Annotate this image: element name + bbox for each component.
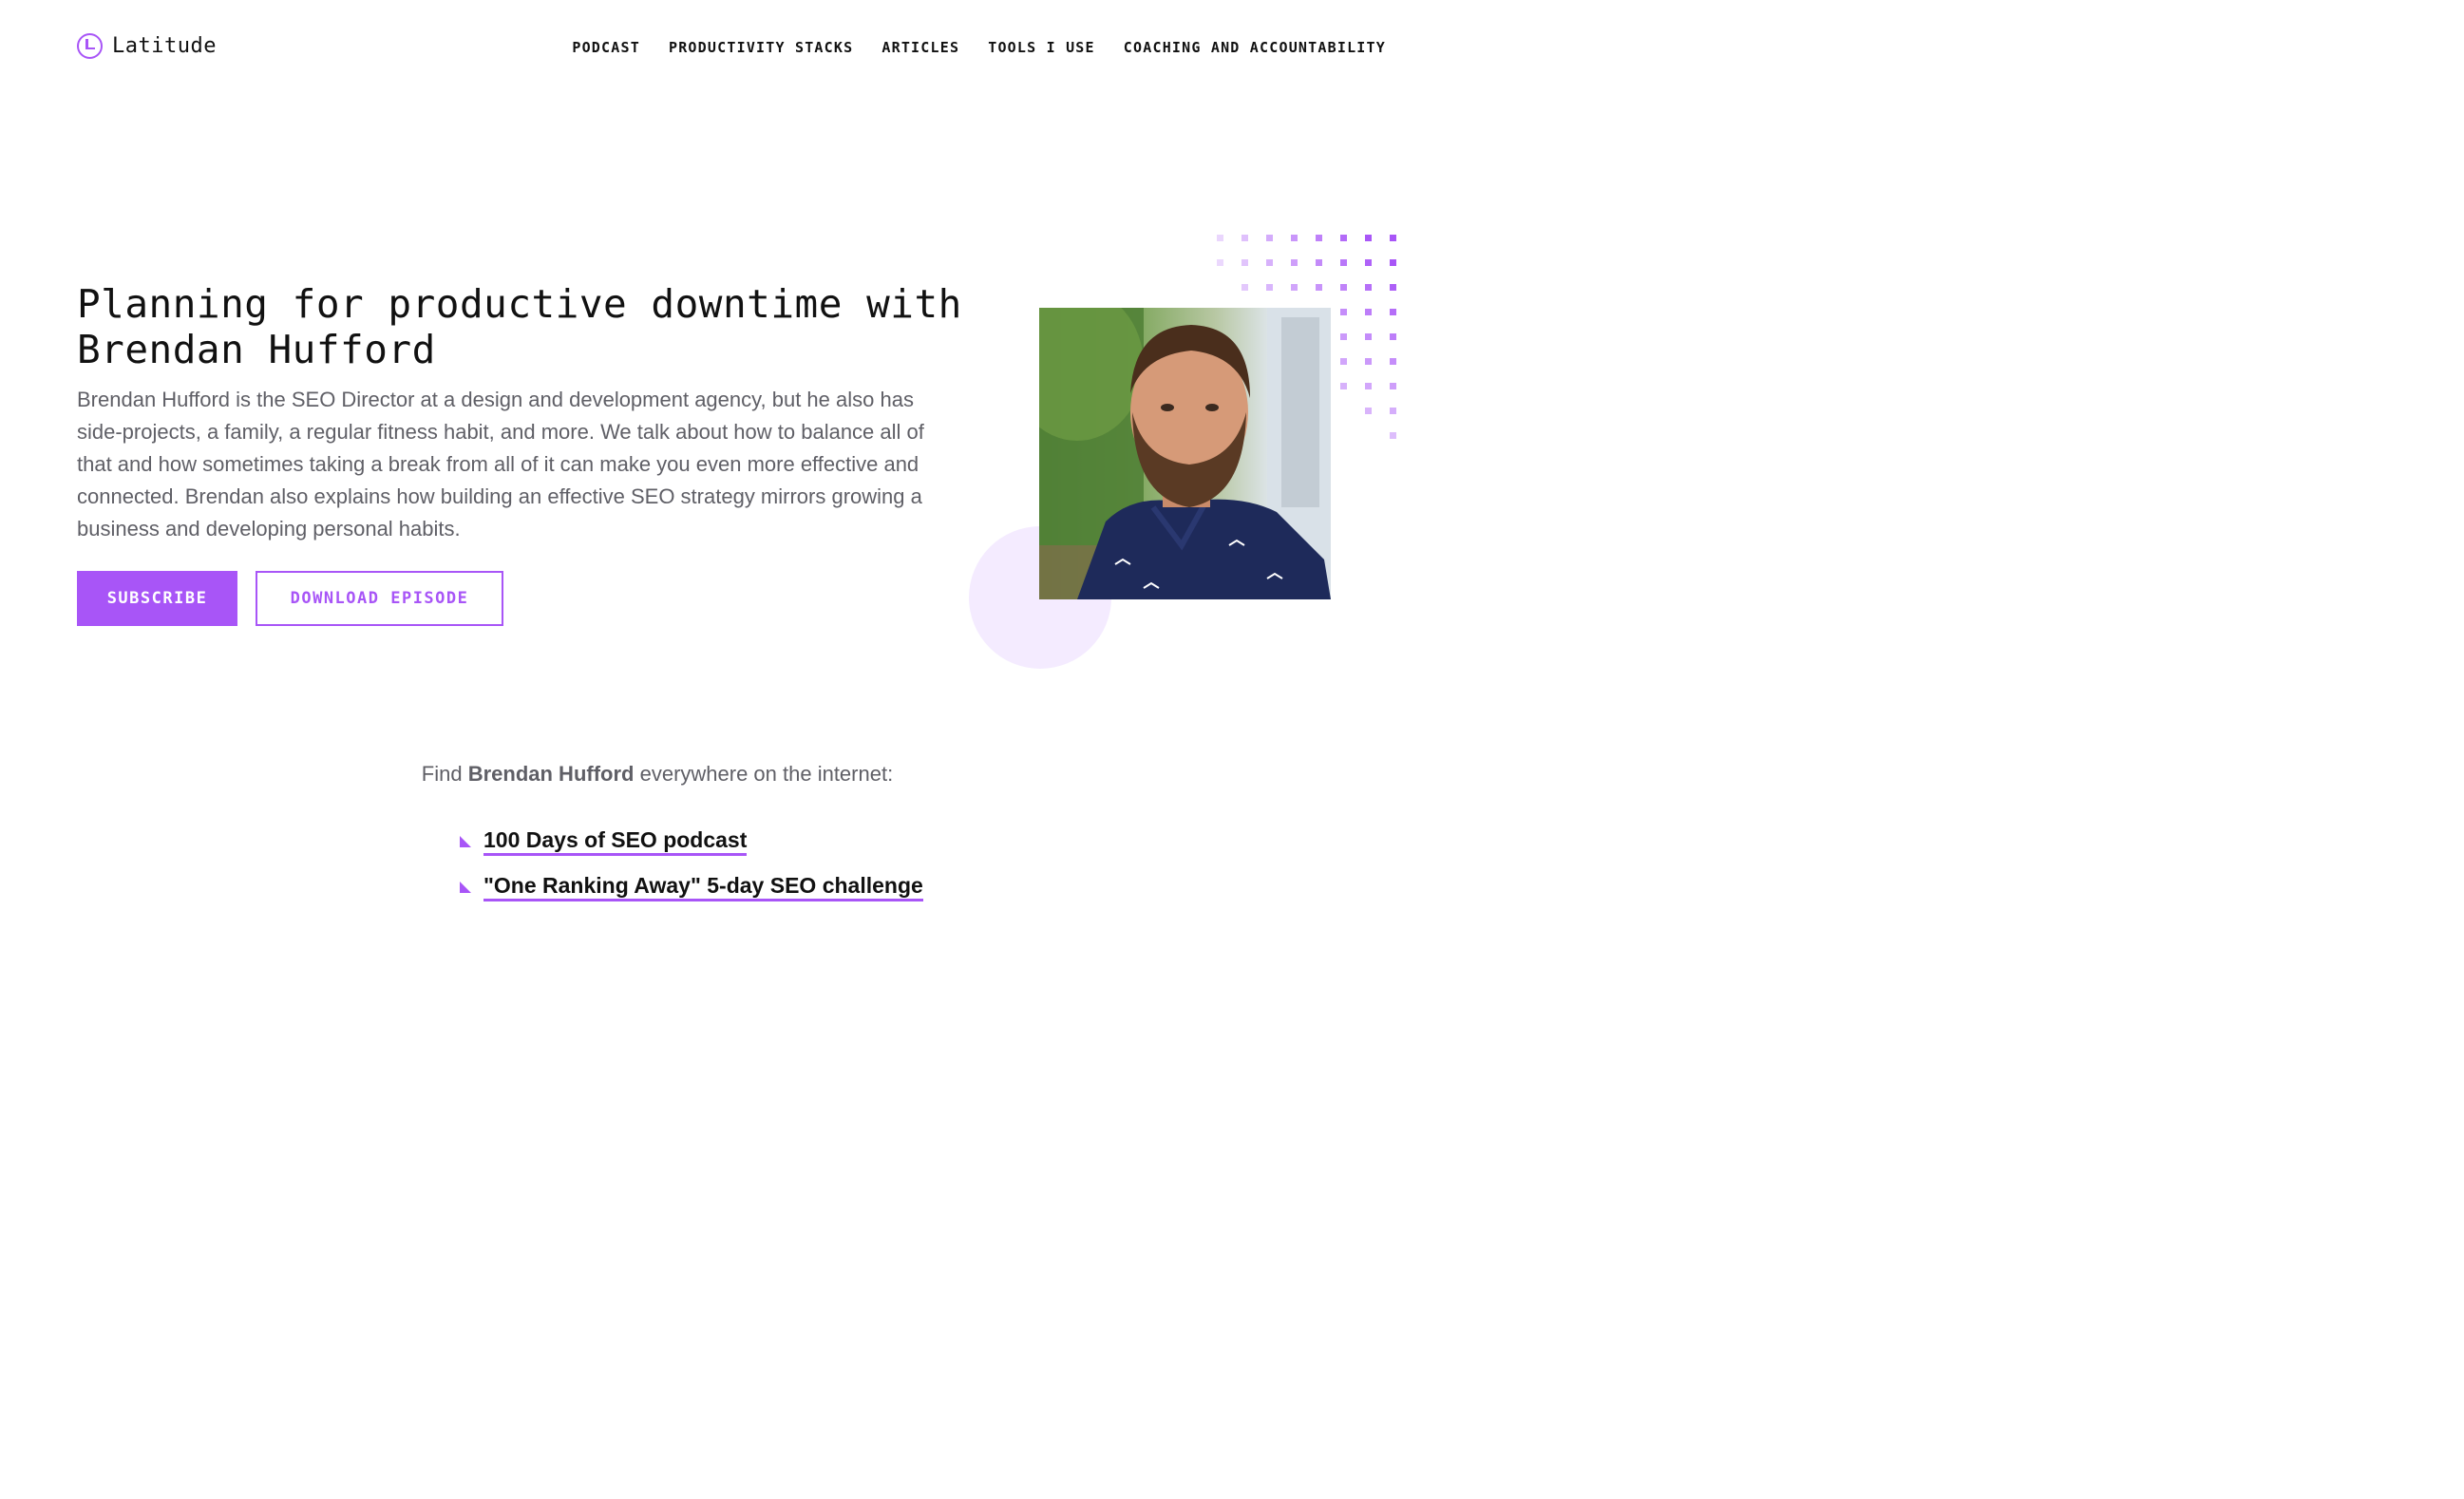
decorative-dot <box>1217 235 1223 241</box>
list-item: 100 Days of SEO podcast <box>460 819 923 864</box>
triangle-bullet-icon <box>460 882 471 893</box>
brand-logo[interactable]: Latitude <box>77 32 217 59</box>
decorative-dot <box>1340 259 1347 266</box>
decorative-dot <box>1241 259 1248 266</box>
decorative-dot <box>1241 235 1248 241</box>
decorative-dot <box>1241 284 1248 291</box>
list-item: "One Ranking Away" 5-day SEO challenge <box>460 864 923 910</box>
decorative-dot <box>1390 408 1396 414</box>
guest-photo <box>1039 308 1331 599</box>
decorative-dot <box>1390 432 1396 439</box>
guest-name: Brendan Hufford <box>467 762 635 786</box>
site-header: Latitude PODCAST PRODUCTIVITY STACKS ART… <box>77 27 1386 65</box>
decorative-dot <box>1365 235 1372 241</box>
nav-coaching-and-accountability[interactable]: COACHING AND ACCOUNTABILITY <box>1124 39 1386 56</box>
triangle-bullet-icon <box>460 836 471 847</box>
decorative-dot <box>1390 235 1396 241</box>
subscribe-button[interactable]: SUBSCRIBE <box>77 571 237 626</box>
decorative-dot <box>1266 235 1273 241</box>
decorative-dot <box>1316 235 1322 241</box>
main-nav: PODCAST PRODUCTIVITY STACKS ARTICLES TOO… <box>572 39 1386 56</box>
decorative-dot <box>1390 333 1396 340</box>
episode-title: Planning for productive downtime with Br… <box>77 281 962 372</box>
decorative-dot <box>1291 284 1298 291</box>
decorative-dot <box>1365 333 1372 340</box>
download-episode-button[interactable]: DOWNLOAD EPISODE <box>256 571 503 626</box>
decorative-dot <box>1316 284 1322 291</box>
nav-articles[interactable]: ARTICLES <box>881 39 959 56</box>
decorative-dot <box>1340 235 1347 241</box>
decorative-dot <box>1217 259 1223 266</box>
decorative-dot <box>1266 259 1273 266</box>
decorative-dot <box>1365 408 1372 414</box>
find-prefix: Find <box>421 762 463 786</box>
link-100-days-of-seo-podcast[interactable]: 100 Days of SEO podcast <box>483 827 748 856</box>
decorative-dot <box>1365 358 1372 365</box>
decorative-dot <box>1390 383 1396 389</box>
decorative-dot <box>1291 235 1298 241</box>
decorative-dot <box>1390 309 1396 315</box>
link-one-ranking-away-challenge[interactable]: "One Ranking Away" 5-day SEO challenge <box>483 873 923 901</box>
decorative-dot <box>1340 383 1347 389</box>
nav-podcast[interactable]: PODCAST <box>572 39 640 56</box>
brand-name: Latitude <box>112 33 217 58</box>
find-suffix: everywhere on the internet: <box>639 762 894 786</box>
decorative-dot <box>1340 284 1347 291</box>
nav-productivity-stacks[interactable]: PRODUCTIVITY STACKS <box>669 39 853 56</box>
guest-links-list: 100 Days of SEO podcast "One Ranking Awa… <box>460 819 923 910</box>
decorative-dot <box>1340 358 1347 365</box>
decorative-dot <box>1266 284 1273 291</box>
decorative-dot <box>1390 358 1396 365</box>
decorative-dot <box>1365 309 1372 315</box>
nav-tools-i-use[interactable]: TOOLS I USE <box>988 39 1095 56</box>
find-guest-line: Find Brendan Hufford everywhere on the i… <box>0 762 1315 787</box>
decorative-dot <box>1365 259 1372 266</box>
decorative-dot <box>1291 259 1298 266</box>
decorative-dot <box>1390 284 1396 291</box>
page: Latitude PODCAST PRODUCTIVITY STACKS ART… <box>0 0 1489 906</box>
decorative-dot <box>1340 309 1347 315</box>
latitude-logo-icon <box>77 32 103 59</box>
episode-description: Brendan Hufford is the SEO Director at a… <box>77 388 924 541</box>
decorative-dot <box>1365 284 1372 291</box>
decorative-dot <box>1365 383 1372 389</box>
guest-portrait-illustration <box>1039 308 1331 599</box>
decorative-dot <box>1340 333 1347 340</box>
decorative-dot <box>1390 259 1396 266</box>
decorative-dot <box>1316 259 1322 266</box>
